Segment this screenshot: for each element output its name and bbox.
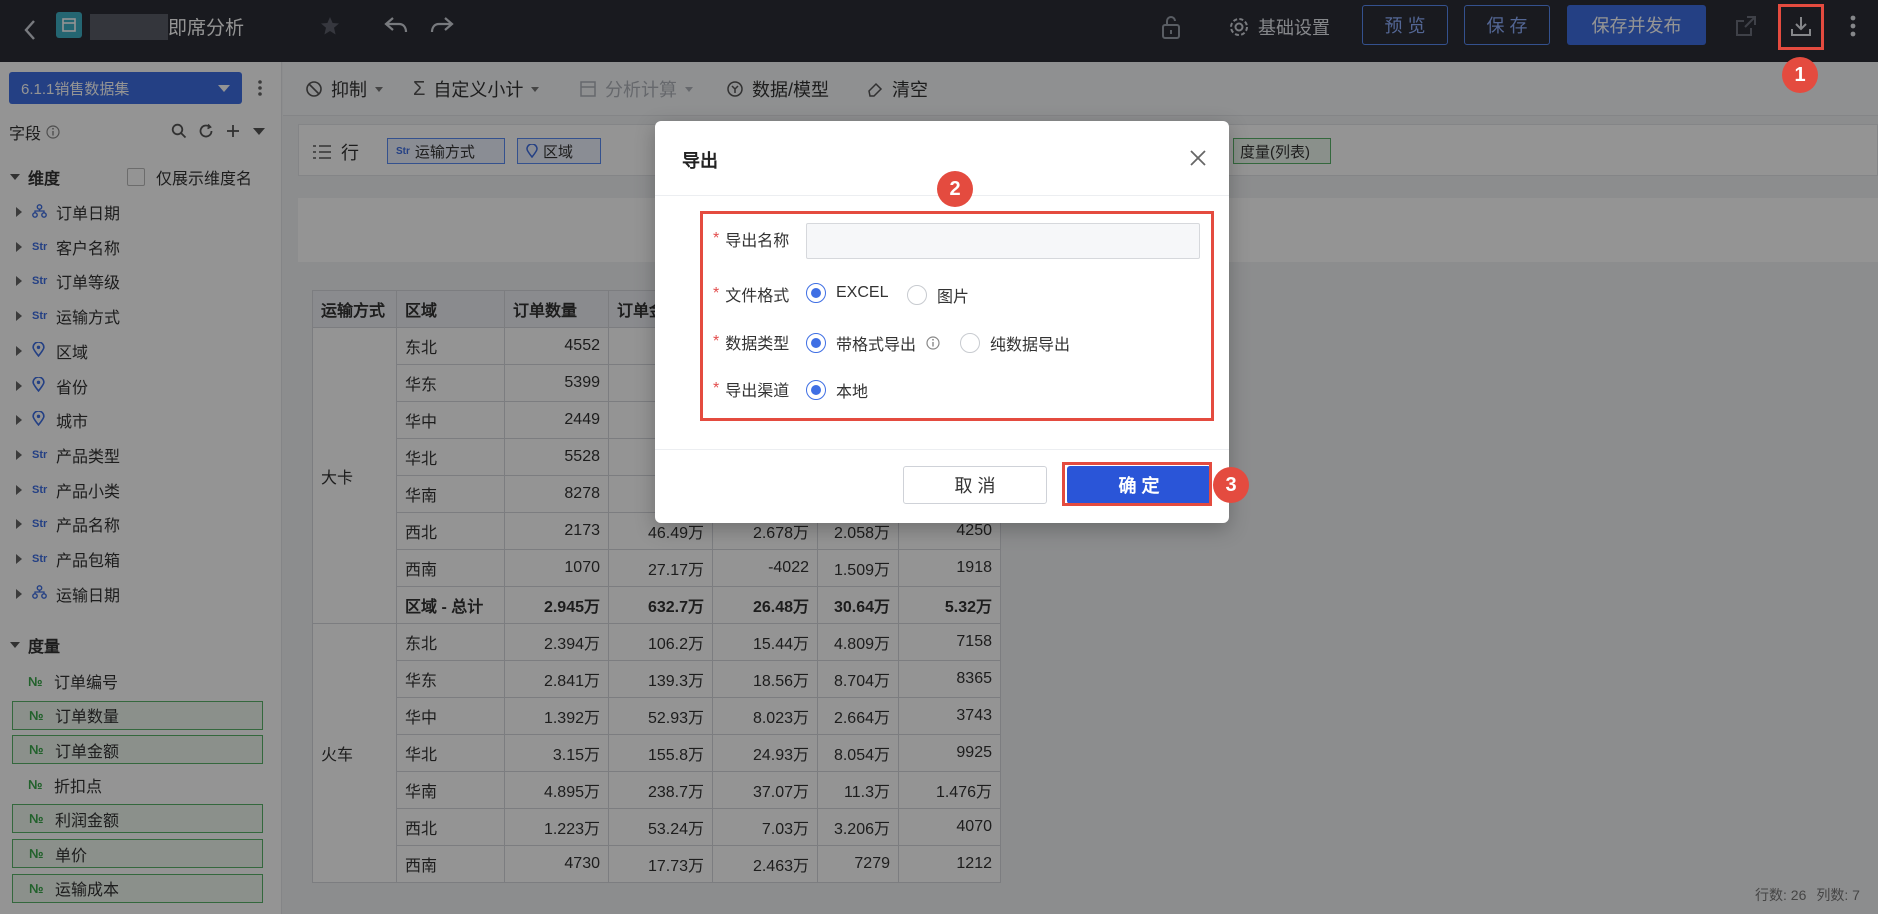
annotation-frame-confirm [1062, 462, 1212, 506]
dialog-title: 导出 [682, 151, 718, 171]
step-badge-3: 3 [1213, 467, 1249, 503]
step-badge-1: 1 [1782, 57, 1818, 93]
annotation-frame-form [700, 211, 1214, 421]
close-icon[interactable] [1189, 149, 1207, 167]
annotation-frame-download [1778, 4, 1824, 50]
step-badge-2: 2 [937, 171, 973, 207]
divider [655, 449, 1229, 450]
cancel-button[interactable]: 取 消 [903, 466, 1047, 504]
